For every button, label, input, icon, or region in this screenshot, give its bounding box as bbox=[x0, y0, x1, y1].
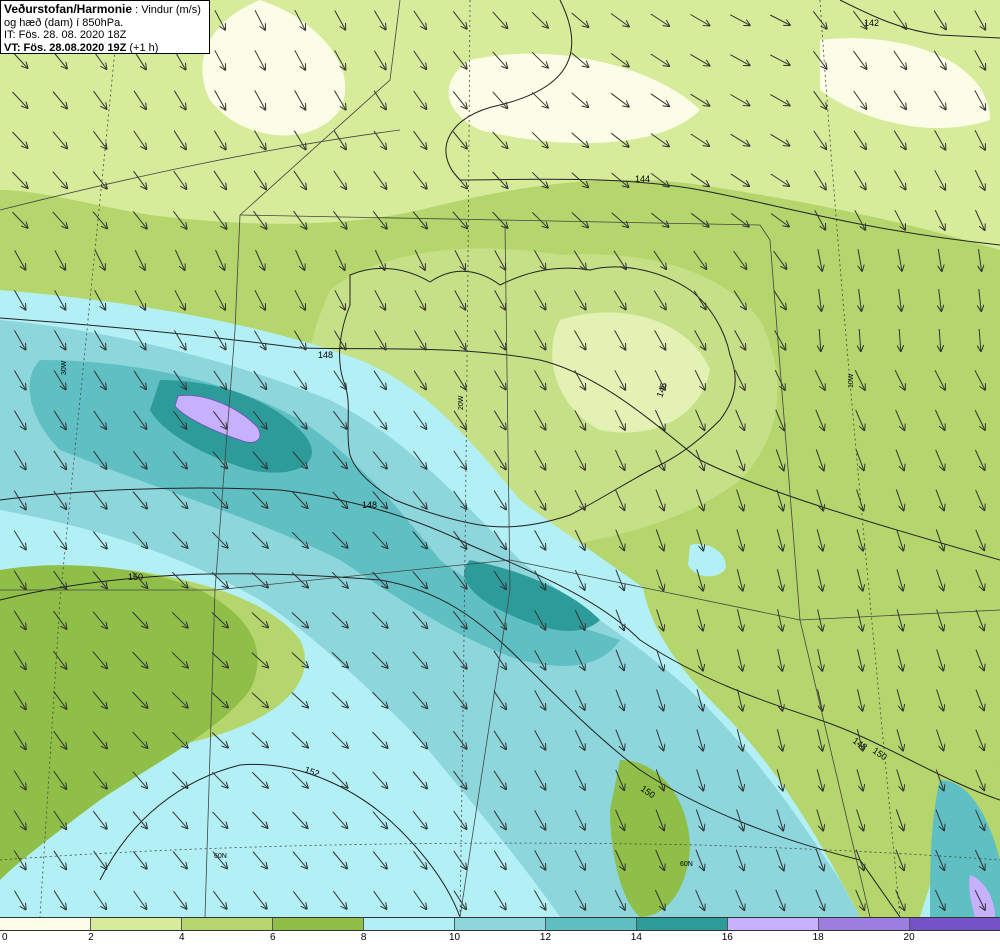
legend-tick-label: 12 bbox=[539, 932, 552, 943]
legend-tick-label: 2 bbox=[88, 932, 94, 943]
legend-tick-label: 16 bbox=[721, 932, 733, 943]
graticule-label: 60N bbox=[214, 853, 227, 860]
legend-tick-label: 4 bbox=[179, 932, 185, 943]
contour-label: 144 bbox=[635, 174, 650, 184]
map-lead-time: (+1 h) bbox=[126, 41, 159, 54]
legend-tick-label: 20 bbox=[903, 932, 915, 943]
legend-swatch bbox=[455, 918, 546, 930]
legend-swatch bbox=[91, 918, 182, 930]
legend-swatch bbox=[0, 918, 91, 930]
contour-label: 142 bbox=[864, 18, 879, 28]
legend-tick-label: 8 bbox=[360, 932, 367, 943]
map-valid-time: VT: Fös. 28.08.2020 19Z bbox=[4, 41, 127, 54]
legend-swatch bbox=[364, 918, 455, 930]
legend-swatch bbox=[819, 918, 910, 930]
wind-map: 142 144 146 148 148 148 150 150 152 150 … bbox=[0, 0, 1000, 917]
graticule-label: 10W bbox=[848, 373, 855, 388]
map-info-box: Veðurstofan/Harmonie : Vindur (m/s) og h… bbox=[0, 0, 210, 54]
legend-tick-label: 18 bbox=[812, 932, 824, 943]
map-init-time: IT: Fös. 28. 08. 2020 18Z bbox=[4, 29, 127, 41]
legend-swatch bbox=[273, 918, 364, 930]
legend-tick-label: 14 bbox=[630, 932, 642, 943]
map-source: Veðurstofan/Harmonie bbox=[4, 2, 133, 16]
legend-tick-label: 10 bbox=[448, 932, 461, 943]
graticule-label: 30W bbox=[61, 360, 68, 375]
legend-swatches bbox=[0, 917, 1000, 931]
contour-label: 148 bbox=[318, 350, 333, 360]
graticule-label: 20W bbox=[458, 395, 465, 410]
graticule-label: 60N bbox=[680, 861, 693, 868]
contour-label: 148 bbox=[362, 500, 377, 510]
legend-swatch bbox=[182, 918, 273, 930]
legend-swatch bbox=[637, 918, 728, 930]
legend-swatch bbox=[910, 918, 1000, 930]
legend-tick-label: 6 bbox=[269, 932, 276, 943]
legend-swatch bbox=[546, 918, 637, 930]
map-field: : Vindur (m/s) bbox=[132, 4, 201, 16]
legend-swatch bbox=[728, 918, 819, 930]
legend-labels: 0 2 4 6 8 10 12 14 16 18 20 bbox=[0, 932, 1000, 946]
map-title-line: Veðurstofan/Harmonie : Vindur (m/s) bbox=[4, 3, 206, 17]
wind-speed-legend: 0 2 4 6 8 10 12 14 16 18 20 bbox=[0, 917, 1000, 946]
legend-tick-label: 0 bbox=[2, 932, 8, 943]
map-valid-time-line: VT: Fös. 28.08.2020 19Z (+1 h) bbox=[4, 42, 206, 55]
map-level: og hæð (dam) í 850hPa. bbox=[4, 16, 124, 29]
